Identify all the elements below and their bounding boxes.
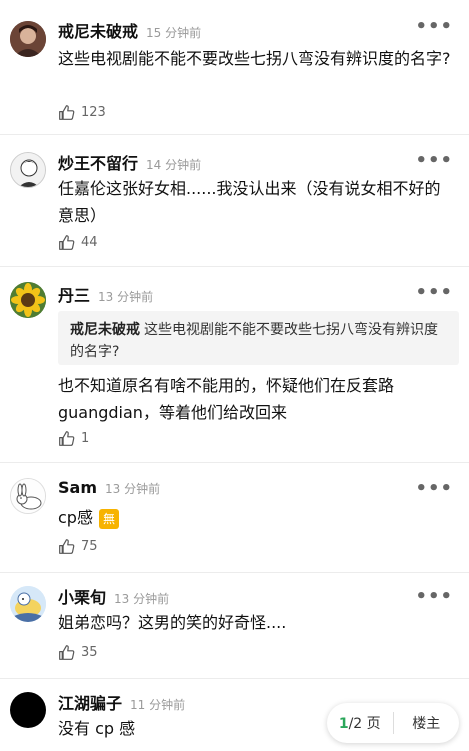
comment-item: 炒王不留行 14 分钟前 ••• 任嘉伦这张好女相......我没认出来（没有说… [0,134,469,267]
like-button[interactable]: 35 [58,644,98,661]
more-options-icon[interactable]: ••• [415,282,453,303]
like-button[interactable]: 75 [58,538,98,555]
timestamp: 13 分钟前 [105,482,161,496]
username[interactable]: 小栗旬 [58,584,106,608]
owner-only-button[interactable]: 楼主 [394,713,460,733]
avatar[interactable] [10,21,46,57]
comment-header: Sam 13 分钟前 [58,478,160,504]
avatar[interactable] [10,282,46,318]
comment-header: 小栗旬 13 分钟前 [58,584,169,610]
comment-text: 这些电视剧能不能不要改些七拐八弯没有辨识度的名字? [58,49,451,68]
thumbs-up-icon [59,431,75,446]
username[interactable]: 戒尼未破戒 [58,18,138,42]
timestamp: 13 分钟前 [98,290,154,304]
page-indicator[interactable]: 1/2 页 [327,713,393,733]
username[interactable]: 丹三 [58,282,90,306]
like-count: 35 [81,645,98,660]
like-count: 44 [81,235,98,250]
more-options-icon[interactable]: ••• [415,150,453,171]
more-options-icon[interactable]: ••• [415,586,453,607]
comment-header: 丹三 13 分钟前 [58,282,153,308]
comment-item: Sam 13 分钟前 ••• cp感無 75 [0,462,469,573]
emoji-badge: 無 [98,508,119,529]
current-page: 1 [338,716,349,732]
comment-text: 任嘉伦这张好女相......我没认出来（没有说女相不好的意思） [58,179,441,225]
like-count: 75 [81,539,98,554]
username[interactable]: Sam [58,478,97,497]
more-options-icon[interactable]: ••• [415,478,453,499]
like-count: 123 [81,105,106,120]
comment-item: 丹三 13 分钟前 ••• 戒尼未破戒 这些电视剧能不能不要改些七拐八弯没有辨识度… [0,266,469,463]
comment-header: 炒王不留行 14 分钟前 [58,150,201,176]
timestamp: 13 分钟前 [114,592,170,606]
comment-item: 小栗旬 13 分钟前 ••• 姐弟恋吗？这男的笑的好奇怪.... 35 [0,572,469,679]
avatar[interactable] [10,692,46,728]
comment-text: 姐弟恋吗？这男的笑的好奇怪.... [58,613,287,632]
thumbs-up-icon [59,235,75,250]
like-button[interactable]: 1 [58,430,89,447]
username[interactable]: 江湖骗子 [58,690,122,714]
more-options-icon[interactable]: ••• [415,16,453,37]
thumbs-up-icon [59,645,75,660]
comment-item: 戒尼未破戒 15 分钟前 ••• 这些电视剧能不能不要改些七拐八弯没有辨识度的名… [0,0,469,135]
comment-header: 戒尼未破戒 15 分钟前 [58,18,201,44]
comment-text: cp感無 [58,504,455,531]
timestamp: 11 分钟前 [130,698,186,712]
username[interactable]: 炒王不留行 [58,150,138,174]
avatar[interactable] [10,478,46,514]
comment-header: 江湖骗子 11 分钟前 [58,690,185,716]
quoted-comment[interactable]: 戒尼未破戒 这些电视剧能不能不要改些七拐八弯没有辨识度的名字? [58,311,459,365]
total-pages: /2 页 [348,716,381,732]
like-count: 1 [81,431,90,446]
thumbs-up-icon [59,105,75,120]
page-navigator: 1/2 页 楼主 [327,703,459,743]
avatar[interactable] [10,152,46,188]
timestamp: 15 分钟前 [146,26,202,40]
comment-text-content: cp感 [58,508,93,527]
thumbs-up-icon [59,539,75,554]
like-button[interactable]: 44 [58,234,98,251]
timestamp: 14 分钟前 [146,158,202,172]
quoted-username: 戒尼未破戒 [70,322,140,338]
like-button[interactable]: 123 [58,104,106,121]
avatar[interactable] [10,586,46,622]
comment-text: 也不知道原名有啥不能用的，怀疑他们在反套路guangdian，等着他们给改回来 [58,376,395,422]
